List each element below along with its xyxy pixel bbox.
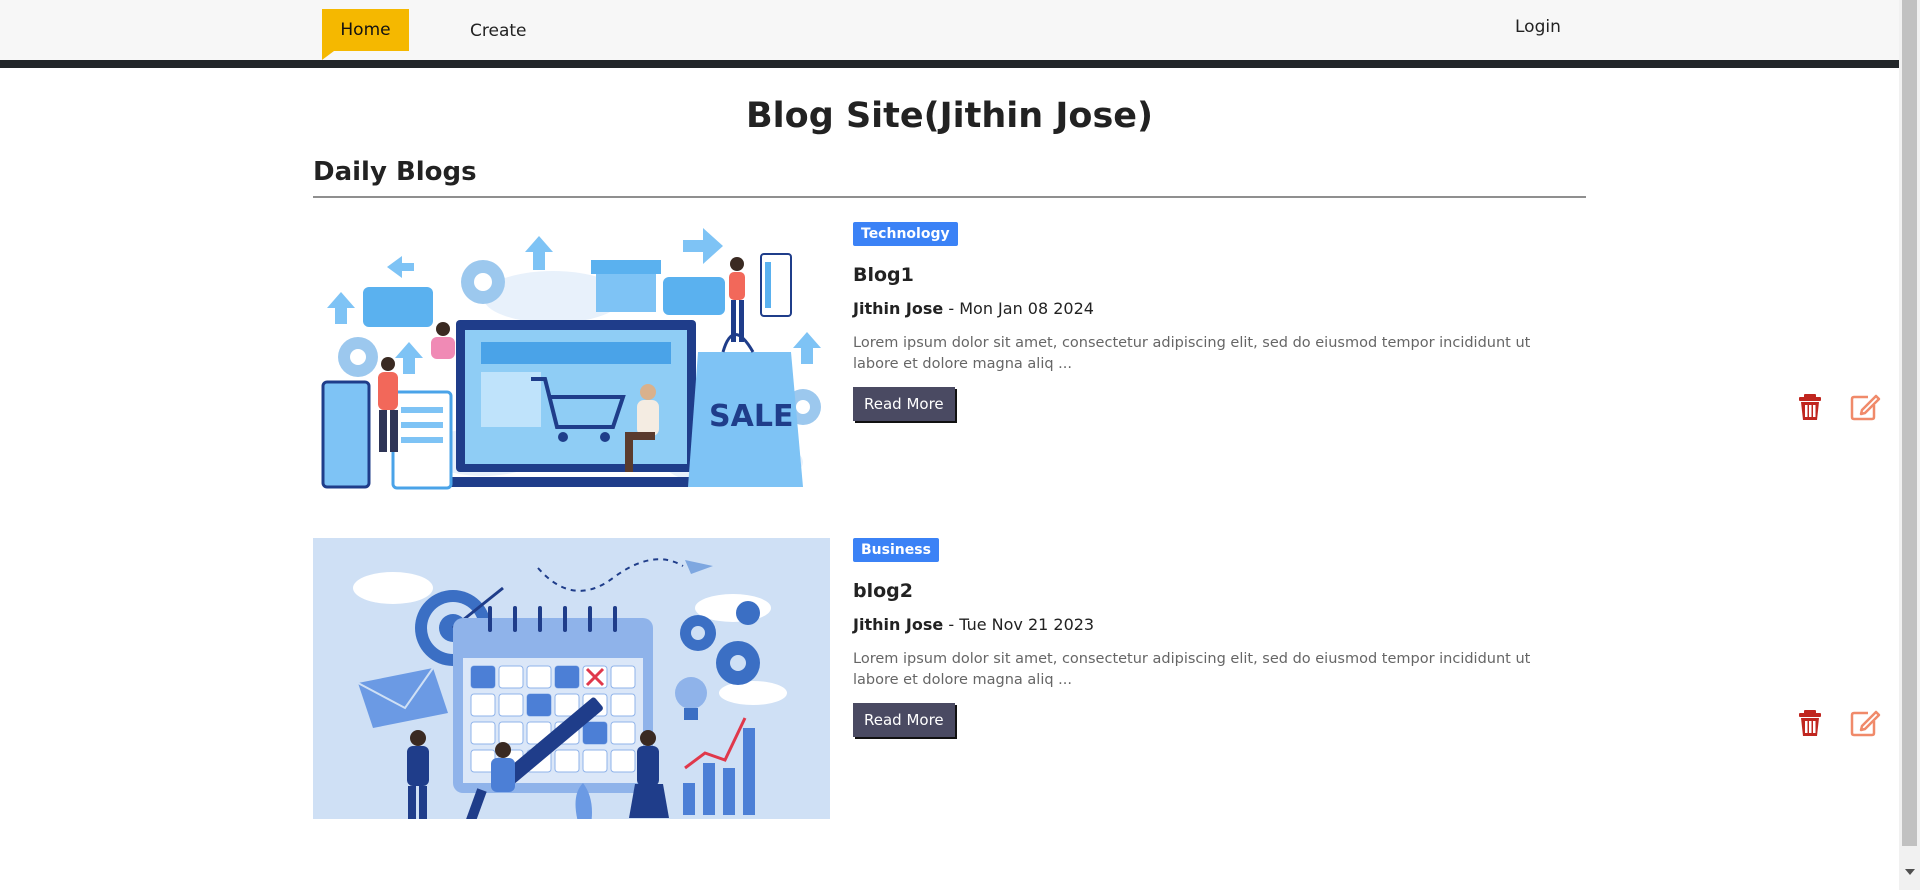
section-title: Daily Blogs <box>313 157 477 187</box>
post-meta: Jithin Jose - Mon Jan 08 2024 <box>853 299 1094 318</box>
scroll-down-arrow-icon[interactable] <box>1905 869 1915 875</box>
edit-icon[interactable] <box>1848 705 1882 739</box>
meta-separator: - <box>948 615 955 634</box>
sale-label: SALE <box>709 399 793 434</box>
post-date: Mon Jan 08 2024 <box>959 299 1094 318</box>
read-more-button[interactable]: Read More <box>853 703 955 737</box>
trash-icon[interactable] <box>1793 389 1827 423</box>
post-excerpt: Lorem ipsum dolor sit amet, consectetur … <box>853 651 1531 688</box>
nav-home-link[interactable]: Home <box>322 9 409 60</box>
post-image-planning <box>313 538 830 819</box>
post-author: Jithin Jose <box>853 615 944 634</box>
navbar: Home Create Login <box>0 0 1899 68</box>
section-divider <box>313 196 1586 198</box>
category-badge[interactable]: Technology <box>853 222 958 246</box>
nav-create-link[interactable]: Create <box>470 21 527 41</box>
read-more-button[interactable]: Read More <box>853 387 955 421</box>
site-title: Blog Site(Jithin Jose) <box>745 96 1154 136</box>
post-image-ecommerce: SALE <box>313 222 830 503</box>
post-meta: Jithin Jose - Tue Nov 21 2023 <box>853 615 1094 634</box>
trash-icon[interactable] <box>1793 705 1827 739</box>
nav-login-link[interactable]: Login <box>1515 17 1561 37</box>
meta-separator: - <box>948 299 955 318</box>
scrollbar-thumb[interactable] <box>1902 0 1917 846</box>
post-author: Jithin Jose <box>853 299 944 318</box>
post-title[interactable]: Blog1 <box>853 264 914 286</box>
post-body: Technology Blog1 Jithin Jose - Mon Jan 0… <box>853 222 1881 503</box>
post-body: Business blog2 Jithin Jose - Tue Nov 21 … <box>853 538 1881 819</box>
post-excerpt: Lorem ipsum dolor sit amet, consectetur … <box>853 335 1531 372</box>
edit-icon[interactable] <box>1848 389 1882 423</box>
post-date: Tue Nov 21 2023 <box>959 615 1095 634</box>
vertical-scrollbar[interactable] <box>1899 0 1920 890</box>
category-badge[interactable]: Business <box>853 538 939 562</box>
post-title[interactable]: blog2 <box>853 580 913 602</box>
